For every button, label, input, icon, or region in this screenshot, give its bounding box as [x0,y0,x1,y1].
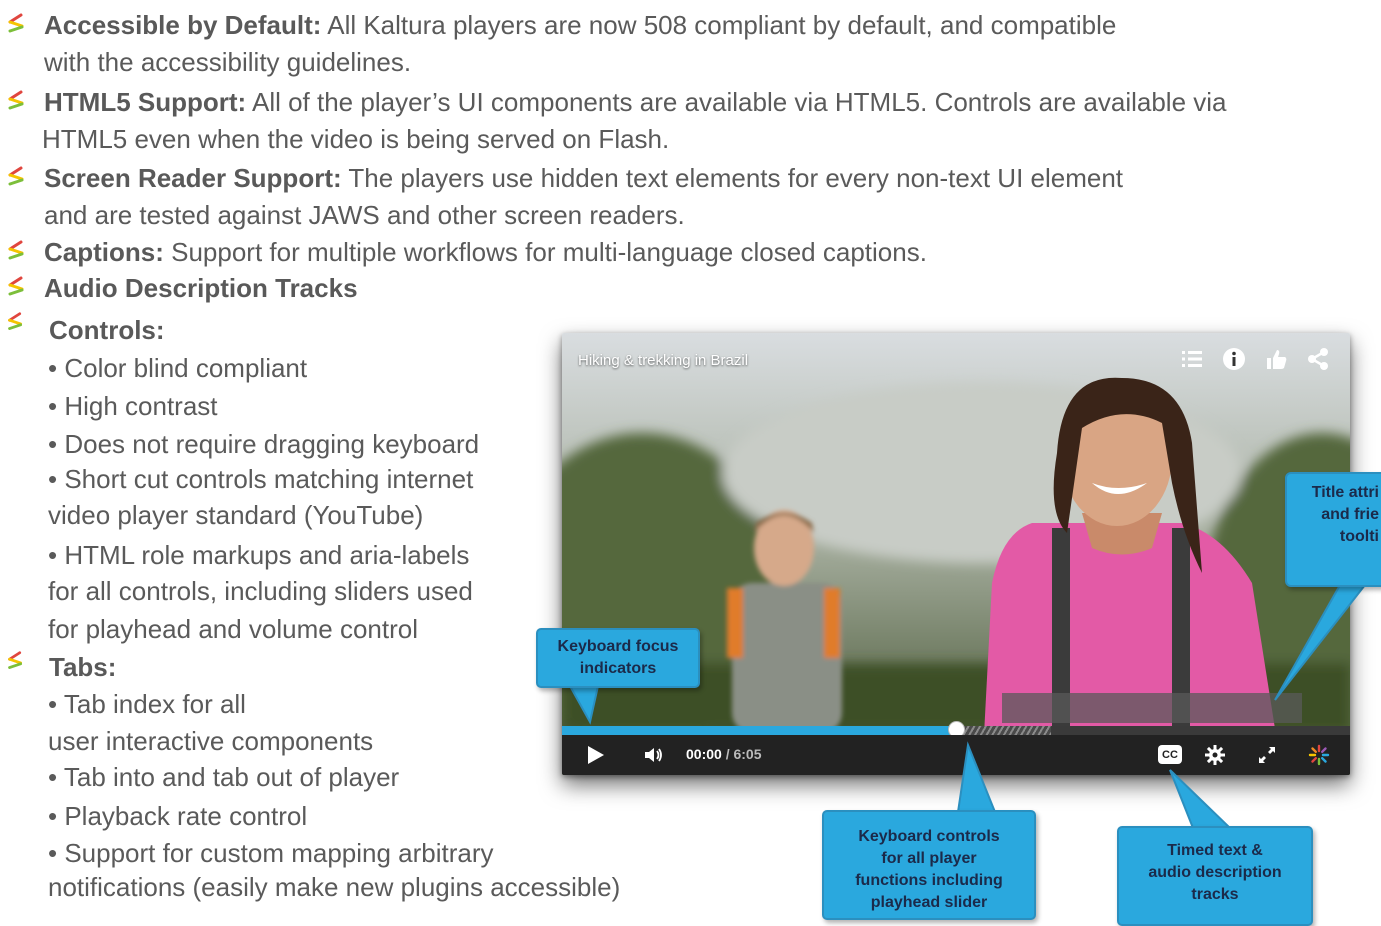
callout-line: Title attri [1311,484,1379,501]
callout-line: for all player [881,850,977,867]
callout-line: indicators [579,660,657,677]
callout-line: toolti [1339,528,1379,545]
callout-timed-text: Timed text & audio description tracks [1117,826,1313,926]
callout-line: Keyboard controls [858,828,1000,845]
callout-line: Timed text & [1167,842,1263,859]
callout-line: playhead slider [870,894,988,911]
callout-line: Keyboard focus [557,638,679,655]
callout-line: audio description [1148,864,1282,881]
callout-line: tracks [1191,886,1239,903]
callout-keyboard-focus: Keyboard focus indicators [536,628,700,688]
tooltip-callout-tail [1274,584,1368,701]
keyboard-callout-tail [956,741,997,813]
timed-callout-tail [1169,769,1233,829]
callout-line: and frie [1321,506,1379,523]
focus-callout-tail [568,685,600,725]
callout-tails [568,584,1368,829]
callout-title-tooltips: Title attri and frie toolti [1285,472,1381,587]
callout-line: functions including [855,872,1003,889]
